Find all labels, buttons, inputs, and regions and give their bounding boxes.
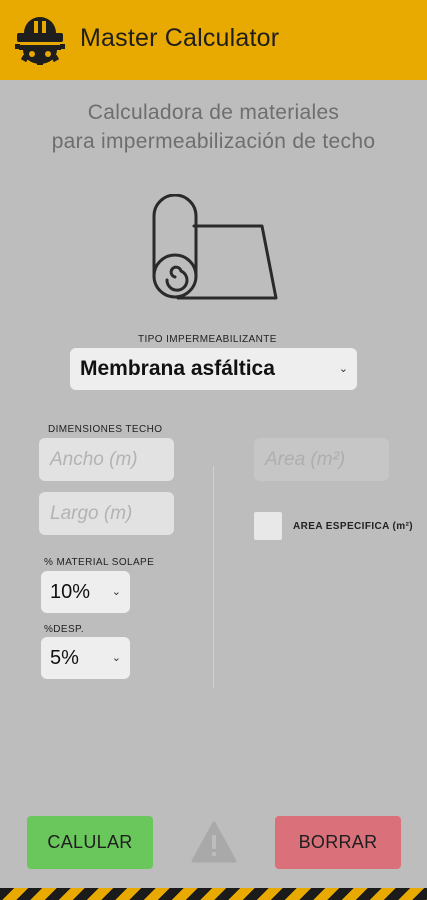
calculate-button[interactable]: CALULAR — [27, 816, 153, 869]
app-title: Master Calculator — [80, 24, 280, 52]
width-input[interactable]: Ancho (m) — [39, 438, 174, 481]
membrane-roll-icon — [152, 194, 278, 300]
waterproofing-type-select[interactable]: Membrana asfáltica ⌄ — [70, 348, 357, 390]
chevron-down-icon: ⌄ — [111, 652, 121, 664]
subtitle-line-1: Calculadora de materiales — [87, 101, 340, 124]
overlap-material-label: % MATERIAL SOLAPE — [44, 557, 155, 568]
specific-area-checkbox[interactable] — [254, 512, 282, 540]
subtitle-line-2: para impermeabilización de techo — [51, 130, 376, 153]
area-input[interactable]: Area (m²) — [254, 438, 389, 481]
length-input[interactable]: Largo (m) — [39, 492, 174, 535]
overlap-value: 10% — [50, 580, 91, 603]
page-subtitle: Calculadora de materiales para impermeab… — [0, 98, 427, 156]
waste-select[interactable]: 5% ⌄ — [41, 637, 130, 679]
waste-label: %DESP. — [44, 624, 85, 635]
warning-icon[interactable] — [191, 821, 237, 863]
waterproofing-type-value: Membrana asfáltica — [80, 357, 275, 380]
chevron-down-icon: ⌄ — [338, 363, 348, 375]
clear-button[interactable]: BORRAR — [275, 816, 401, 869]
app-bar: Master Calculator — [0, 0, 427, 80]
roof-dimensions-label: DIMENSIONES TECHO — [48, 424, 163, 435]
waste-value: 5% — [50, 646, 79, 669]
specific-area-label: AREA ESPECIFICA (m²) — [293, 521, 414, 532]
column-divider — [213, 466, 214, 688]
waterproofing-type-label: TIPO IMPERMEABILIZANTE — [138, 334, 277, 345]
chevron-down-icon: ⌄ — [111, 586, 121, 598]
overlap-select[interactable]: 10% ⌄ — [41, 571, 130, 613]
helmet-gear-icon — [15, 17, 65, 65]
hazard-stripe-footer — [0, 888, 427, 900]
